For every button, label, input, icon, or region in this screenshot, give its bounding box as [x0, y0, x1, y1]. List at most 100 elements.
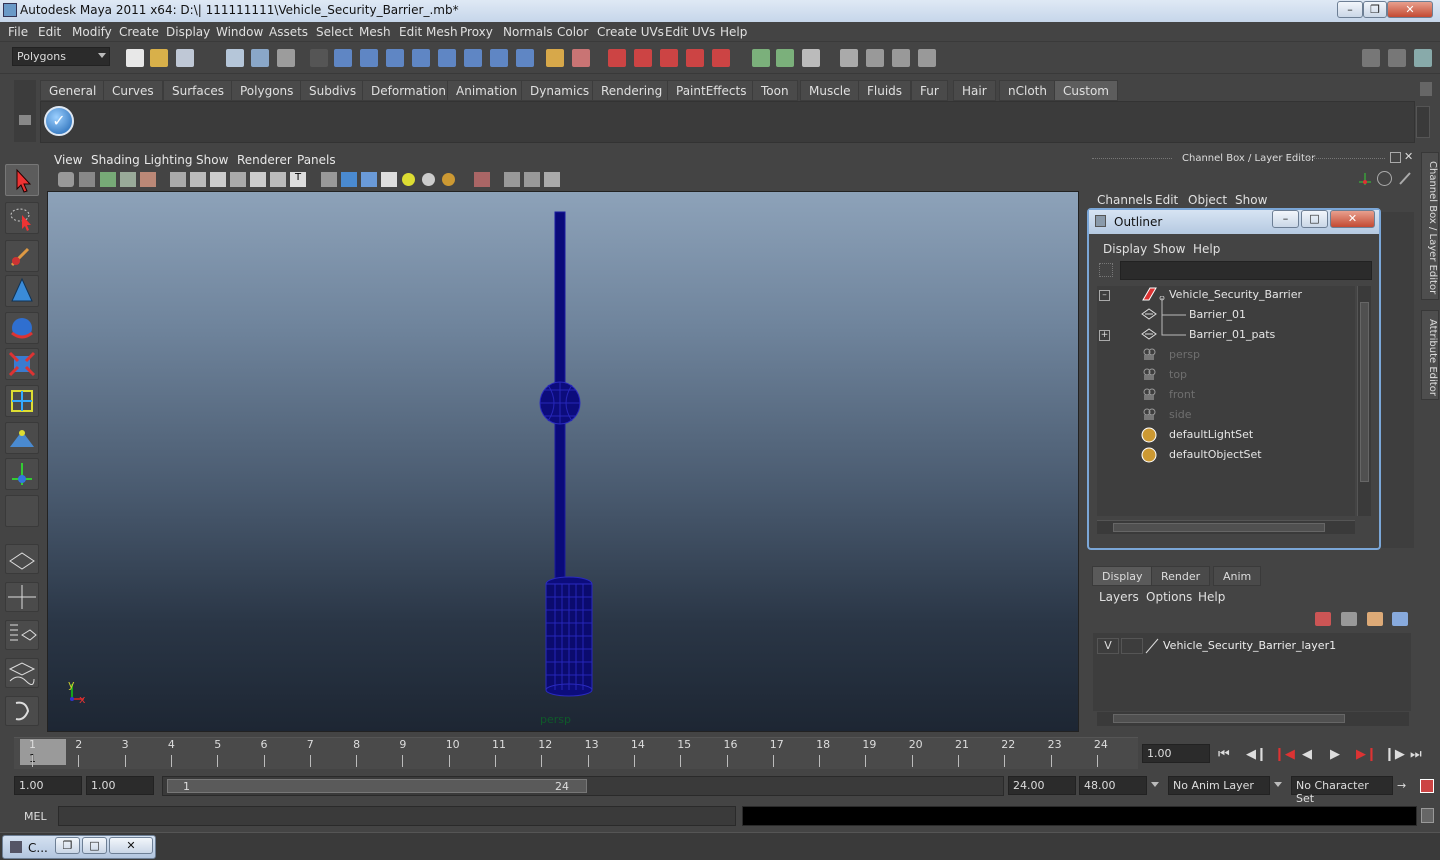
shelf-tab-general[interactable]: General — [40, 80, 106, 101]
layer-tab-display[interactable]: Display — [1092, 566, 1153, 586]
scale-tool-icon[interactable] — [5, 348, 39, 380]
shadows-icon[interactable] — [442, 173, 455, 186]
outliner-item-default-object-set[interactable]: defaultObjectSet — [1169, 448, 1262, 461]
step-forward-key-icon[interactable]: ▶❙ — [1356, 747, 1377, 762]
trash-icon[interactable] — [1420, 82, 1432, 96]
minimized-maximize-button[interactable]: □ — [82, 837, 107, 854]
vp-menu-lighting[interactable]: Lighting — [144, 153, 193, 167]
key-icon[interactable]: → — [1397, 779, 1413, 793]
select-by-component-icon[interactable] — [277, 49, 295, 67]
hypershade-layout-icon[interactable] — [5, 696, 39, 726]
chevron-down-icon[interactable] — [1274, 782, 1282, 787]
move-layer-up-icon[interactable] — [1315, 612, 1331, 626]
menu-mesh[interactable]: Mesh — [359, 25, 391, 39]
minimized-close-button[interactable]: ✕ — [109, 837, 153, 854]
close-panel-icon[interactable]: ✕ — [1404, 151, 1416, 163]
channel-box-axis-icon[interactable] — [1358, 172, 1372, 186]
outliner-item-vehicle-security-barrier[interactable]: Vehicle_Security_Barrier — [1169, 288, 1302, 301]
playback-start-field[interactable]: 1.00 — [86, 776, 154, 795]
wireframe-on-shaded-icon[interactable] — [361, 172, 377, 187]
textured-icon[interactable] — [381, 172, 397, 187]
select-rendering-icon[interactable] — [490, 49, 508, 67]
make-live-icon[interactable] — [712, 49, 730, 67]
selection-mask-icon[interactable] — [310, 49, 328, 67]
command-input[interactable] — [58, 806, 736, 826]
collapse-toggle-icon[interactable]: – — [1099, 290, 1110, 301]
input-operations-icon[interactable] — [752, 49, 770, 67]
last-tool-slot[interactable] — [5, 495, 39, 527]
select-curves-icon[interactable] — [386, 49, 404, 67]
grid-icon[interactable] — [170, 172, 186, 187]
command-language-label[interactable]: MEL — [24, 810, 47, 823]
move-layer-down-icon[interactable] — [1341, 612, 1357, 626]
outliner-filter-field[interactable] — [1120, 261, 1372, 280]
cb-menu-edit[interactable]: Edit — [1155, 193, 1178, 207]
lock-selection-icon[interactable] — [546, 49, 564, 67]
two-d-pan-zoom-icon[interactable] — [140, 172, 156, 187]
shelf-tab-dynamics[interactable]: Dynamics — [521, 80, 599, 101]
outliner-item-side[interactable]: side — [1169, 408, 1192, 421]
outliner-item-barrier-01-pats[interactable]: Barrier_01_pats — [1189, 328, 1275, 341]
render-settings-icon[interactable] — [892, 49, 910, 67]
layer-name[interactable]: Vehicle_Security_Barrier_layer1 — [1163, 639, 1336, 652]
safe-action-icon[interactable] — [270, 172, 286, 187]
script-editor-icon[interactable] — [1421, 808, 1434, 823]
lasso-tool-icon[interactable] — [5, 202, 39, 234]
menu-modify[interactable]: Modify — [72, 25, 112, 39]
shelf-tab-toon[interactable]: Toon — [752, 80, 798, 101]
four-view-layout-icon[interactable] — [5, 582, 39, 612]
layer-visibility-toggle[interactable]: V — [1097, 638, 1119, 654]
chevron-down-icon[interactable] — [1151, 782, 1159, 787]
playback-end-field[interactable]: 24.00 — [1008, 776, 1076, 795]
show-hide-channel-box-icon[interactable] — [1414, 49, 1432, 67]
snap-to-curves-icon[interactable] — [634, 49, 652, 67]
channel-box-speed-icon[interactable] — [1377, 171, 1392, 186]
select-deformations-icon[interactable] — [438, 49, 456, 67]
save-scene-icon[interactable] — [176, 49, 194, 67]
safe-title-icon[interactable]: T — [290, 172, 306, 187]
ol-menu-show[interactable]: Show — [1153, 242, 1185, 256]
go-to-end-icon[interactable]: ⏭ — [1410, 747, 1422, 762]
xray-icon[interactable] — [504, 172, 520, 187]
isolate-select-icon[interactable] — [474, 172, 490, 187]
universal-manipulator-icon[interactable] — [5, 385, 39, 417]
outliner-horizontal-scrollbar[interactable] — [1097, 520, 1355, 534]
menu-create-uvs[interactable]: Create UVs — [597, 25, 664, 39]
new-layer-selected-icon[interactable] — [1392, 612, 1408, 626]
ol-menu-help[interactable]: Help — [1193, 242, 1220, 256]
paint-select-tool-icon[interactable] — [5, 240, 39, 272]
outliner-item-top[interactable]: top — [1169, 368, 1187, 381]
outliner-filter-icon[interactable] — [1099, 263, 1113, 277]
bookmarks-icon[interactable] — [100, 172, 116, 187]
select-camera-icon[interactable] — [58, 172, 74, 187]
menu-proxy[interactable]: Proxy — [460, 25, 493, 39]
menu-assets[interactable]: Assets — [269, 25, 308, 39]
layer-hscroll-thumb[interactable] — [1113, 714, 1345, 723]
vp-menu-panels[interactable]: Panels — [297, 153, 336, 167]
shelf-tab-rendering[interactable]: Rendering — [592, 80, 672, 101]
shelf-tab-fur[interactable]: Fur — [911, 80, 948, 101]
soft-modification-icon[interactable] — [5, 422, 39, 454]
xray-joints-icon[interactable] — [524, 172, 540, 187]
menu-file[interactable]: File — [8, 25, 28, 39]
custom-shelf-check-icon[interactable]: ✓ — [44, 106, 74, 136]
play-forwards-icon[interactable]: ▶ — [1330, 747, 1340, 762]
shelf-tab-subdivs[interactable]: Subdivs — [300, 80, 366, 101]
shelf-tab-surfaces[interactable]: Surfaces — [163, 80, 233, 101]
shelf-tab-polygons[interactable]: Polygons — [231, 80, 303, 101]
tab-channel-box[interactable]: Channel Box / Layer Editor — [1421, 152, 1439, 300]
cb-menu-show[interactable]: Show — [1235, 193, 1267, 207]
new-layer-icon[interactable] — [1367, 612, 1383, 626]
time-slider[interactable] — [14, 737, 1138, 769]
smooth-shade-icon[interactable] — [341, 172, 357, 187]
outliner-hscroll-thumb[interactable] — [1113, 523, 1325, 532]
select-tool-icon[interactable] — [5, 164, 39, 196]
expand-toggle-icon[interactable]: + — [1099, 330, 1110, 341]
persp-outliner-layout-icon[interactable] — [5, 620, 39, 650]
start-time-field[interactable]: 1.00 — [14, 776, 82, 795]
select-by-hierarchy-icon[interactable] — [226, 49, 244, 67]
shelf-tab-hair[interactable]: Hair — [953, 80, 996, 101]
maximize-button[interactable]: ❐ — [1363, 1, 1387, 18]
layer-tab-render[interactable]: Render — [1151, 566, 1211, 586]
render-current-frame-icon[interactable] — [840, 49, 858, 67]
